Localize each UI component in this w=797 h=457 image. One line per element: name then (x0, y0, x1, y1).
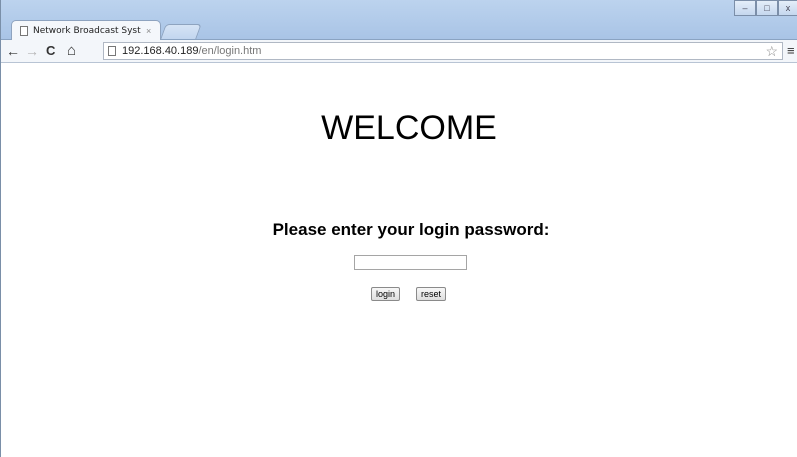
window-controls: – □ x (734, 0, 797, 16)
maximize-button[interactable]: □ (756, 0, 778, 16)
new-tab-button[interactable] (160, 24, 202, 39)
page-title: WELCOME (321, 109, 497, 147)
page-icon (108, 46, 116, 56)
url-path: /en/login.htm (198, 45, 262, 57)
star-icon[interactable]: ☆ (765, 43, 778, 59)
login-button[interactable]: login (371, 287, 401, 301)
document-icon (20, 25, 28, 36)
hamburger-menu-icon[interactable]: ≡ (787, 43, 795, 59)
password-prompt: Please enter your login password: (272, 220, 550, 239)
forward-arrow-icon[interactable]: → (25, 43, 39, 59)
tab-close-icon[interactable]: × (146, 26, 151, 36)
tab-network-broadcast[interactable]: Network Broadcast Syst × (11, 20, 161, 40)
reset-button[interactable]: reset (416, 287, 447, 301)
home-icon[interactable]: ⌂ (67, 43, 76, 59)
tab-title: Network Broadcast Syst (33, 25, 141, 36)
reload-icon[interactable]: C (46, 43, 55, 59)
address-bar[interactable]: 192.168.40.189 /en/login.htm ☆ (103, 42, 783, 60)
browser-window: Network Broadcast Syst × – □ x ← → C ⌂ 1… (0, 0, 797, 457)
close-window-button[interactable]: x (778, 0, 797, 16)
minimize-button[interactable]: – (734, 0, 756, 16)
page-content: WELCOME Please enter your login password… (1, 63, 797, 457)
url-host: 192.168.40.189 (122, 45, 199, 57)
browser-toolbar: ← → C ⌂ 192.168.40.189 /en/login.htm ☆ ≡ (1, 40, 797, 63)
back-arrow-icon[interactable]: ← (6, 43, 20, 59)
tab-strip: Network Broadcast Syst × – □ x (1, 0, 797, 40)
password-input[interactable] (354, 255, 467, 270)
